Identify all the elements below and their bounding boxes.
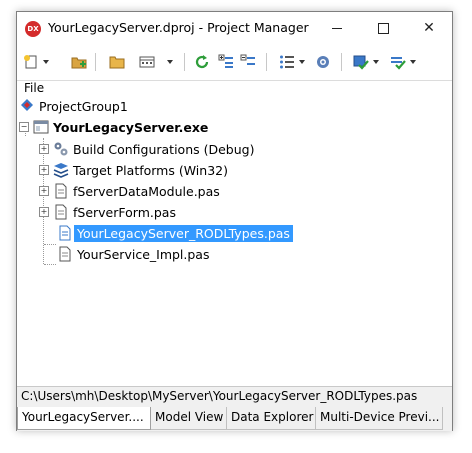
chevron-down-icon (167, 60, 173, 64)
tree-node-label: fServerDataModule.pas (73, 183, 220, 199)
pas-file-icon (55, 183, 67, 199)
pas-file-icon (55, 204, 67, 220)
exe-project-icon (33, 120, 49, 134)
tab-project[interactable]: YourLegacyServer.... (17, 407, 151, 430)
new-item-icon (24, 55, 37, 69)
status-path: C:\Users\mh\Desktop\MyServer\YourLegacyS… (17, 386, 452, 407)
build-all-button[interactable] (390, 52, 416, 72)
chevron-down-icon (410, 60, 416, 64)
pas-file-icon (59, 225, 71, 241)
title-bar[interactable]: DX YourLegacyServer.dproj - Project Mana… (17, 12, 452, 44)
tree-node-label: fServerForm.pas (73, 204, 176, 220)
close-button[interactable]: ✕ (406, 12, 452, 44)
chevron-down-icon (43, 60, 49, 64)
view-grid-button[interactable] (139, 52, 173, 72)
build-button[interactable] (353, 52, 379, 72)
collapse-tree-button[interactable] (240, 52, 256, 72)
expand-toggle-icon[interactable]: + (39, 207, 49, 217)
collapse-tree-icon (240, 54, 255, 65)
collapse-toggle-icon[interactable]: − (19, 122, 29, 132)
tab-multi-device-preview[interactable]: Multi-Device Previ... (316, 407, 443, 430)
tree-node-label: YourService_Impl.pas (77, 246, 210, 262)
gears-icon (54, 142, 68, 156)
refresh-icon (195, 55, 209, 69)
add-file-icon (71, 57, 87, 69)
dependencies-icon (317, 56, 329, 68)
tree-node-file[interactable]: + fServerDataModule.pas (39, 181, 220, 201)
tree-connector (44, 244, 56, 245)
build-icon (353, 55, 369, 70)
tree-node-project-group[interactable]: ProjectGroup1 (19, 96, 128, 116)
project-group-icon (21, 99, 33, 111)
tree-node-label: YourLegacyServer.exe (53, 119, 209, 135)
open-folder-icon (109, 56, 125, 69)
expand-tree-button[interactable] (218, 52, 234, 72)
new-item-button[interactable] (23, 52, 49, 72)
open-folder-button[interactable] (109, 52, 125, 72)
tree-node-label: Build Configurations (Debug) (73, 141, 255, 157)
refresh-button[interactable] (194, 52, 210, 72)
close-icon: ✕ (423, 20, 435, 36)
add-file-button[interactable] (71, 52, 87, 72)
tree-node-label: YourLegacyServer_RODLTypes.pas (74, 224, 293, 242)
expand-toggle-icon[interactable]: + (39, 186, 49, 196)
tab-model-view[interactable]: Model View (151, 407, 227, 430)
tab-data-explorer[interactable]: Data Explorer (227, 407, 316, 430)
expand-tree-icon (218, 54, 233, 68)
toolbar-separator (95, 53, 96, 71)
dependencies-button[interactable] (315, 52, 331, 72)
tree-node-file[interactable]: + fServerForm.pas (39, 202, 176, 222)
toolbar-separator (266, 53, 267, 71)
view-grid-icon (139, 56, 155, 68)
file-column-header: File (24, 81, 45, 95)
tree-node-project[interactable]: − YourLegacyServer.exe (19, 117, 208, 137)
minimize-icon (332, 27, 342, 29)
toolbar-separator (341, 53, 342, 71)
tree-node-build-configurations[interactable]: + Build Configurations (Debug) (39, 139, 254, 159)
toolbar (17, 44, 452, 81)
app-logo-icon: DX (25, 21, 41, 37)
expand-toggle-icon[interactable]: + (39, 165, 49, 175)
list-view-icon (280, 55, 294, 69)
toolbar-separator (184, 53, 185, 71)
maximize-button[interactable] (360, 12, 406, 44)
bottom-tab-bar: YourLegacyServer.... Model View Data Exp… (17, 407, 452, 431)
platforms-icon (53, 163, 69, 178)
chevron-down-icon (373, 60, 379, 64)
list-view-button[interactable] (279, 52, 305, 72)
tree-node-file[interactable]: YourService_Impl.pas (57, 244, 209, 264)
tree-node-label: Target Platforms (Win32) (73, 162, 228, 178)
project-manager-window: DX YourLegacyServer.dproj - Project Mana… (16, 11, 453, 431)
window-title: YourLegacyServer.dproj - Project Manager (48, 20, 309, 35)
tree-connector (44, 264, 56, 265)
pas-file-icon (59, 246, 71, 262)
expand-toggle-icon[interactable]: + (39, 144, 49, 154)
tree-node-target-platforms[interactable]: + Target Platforms (Win32) (39, 160, 228, 180)
chevron-down-icon (299, 60, 305, 64)
maximize-icon (377, 22, 389, 34)
minimize-button[interactable] (314, 12, 360, 44)
tree-node-label: ProjectGroup1 (39, 98, 128, 114)
tree-node-file-selected[interactable]: YourLegacyServer_RODLTypes.pas (57, 223, 293, 243)
build-all-icon (391, 57, 406, 70)
